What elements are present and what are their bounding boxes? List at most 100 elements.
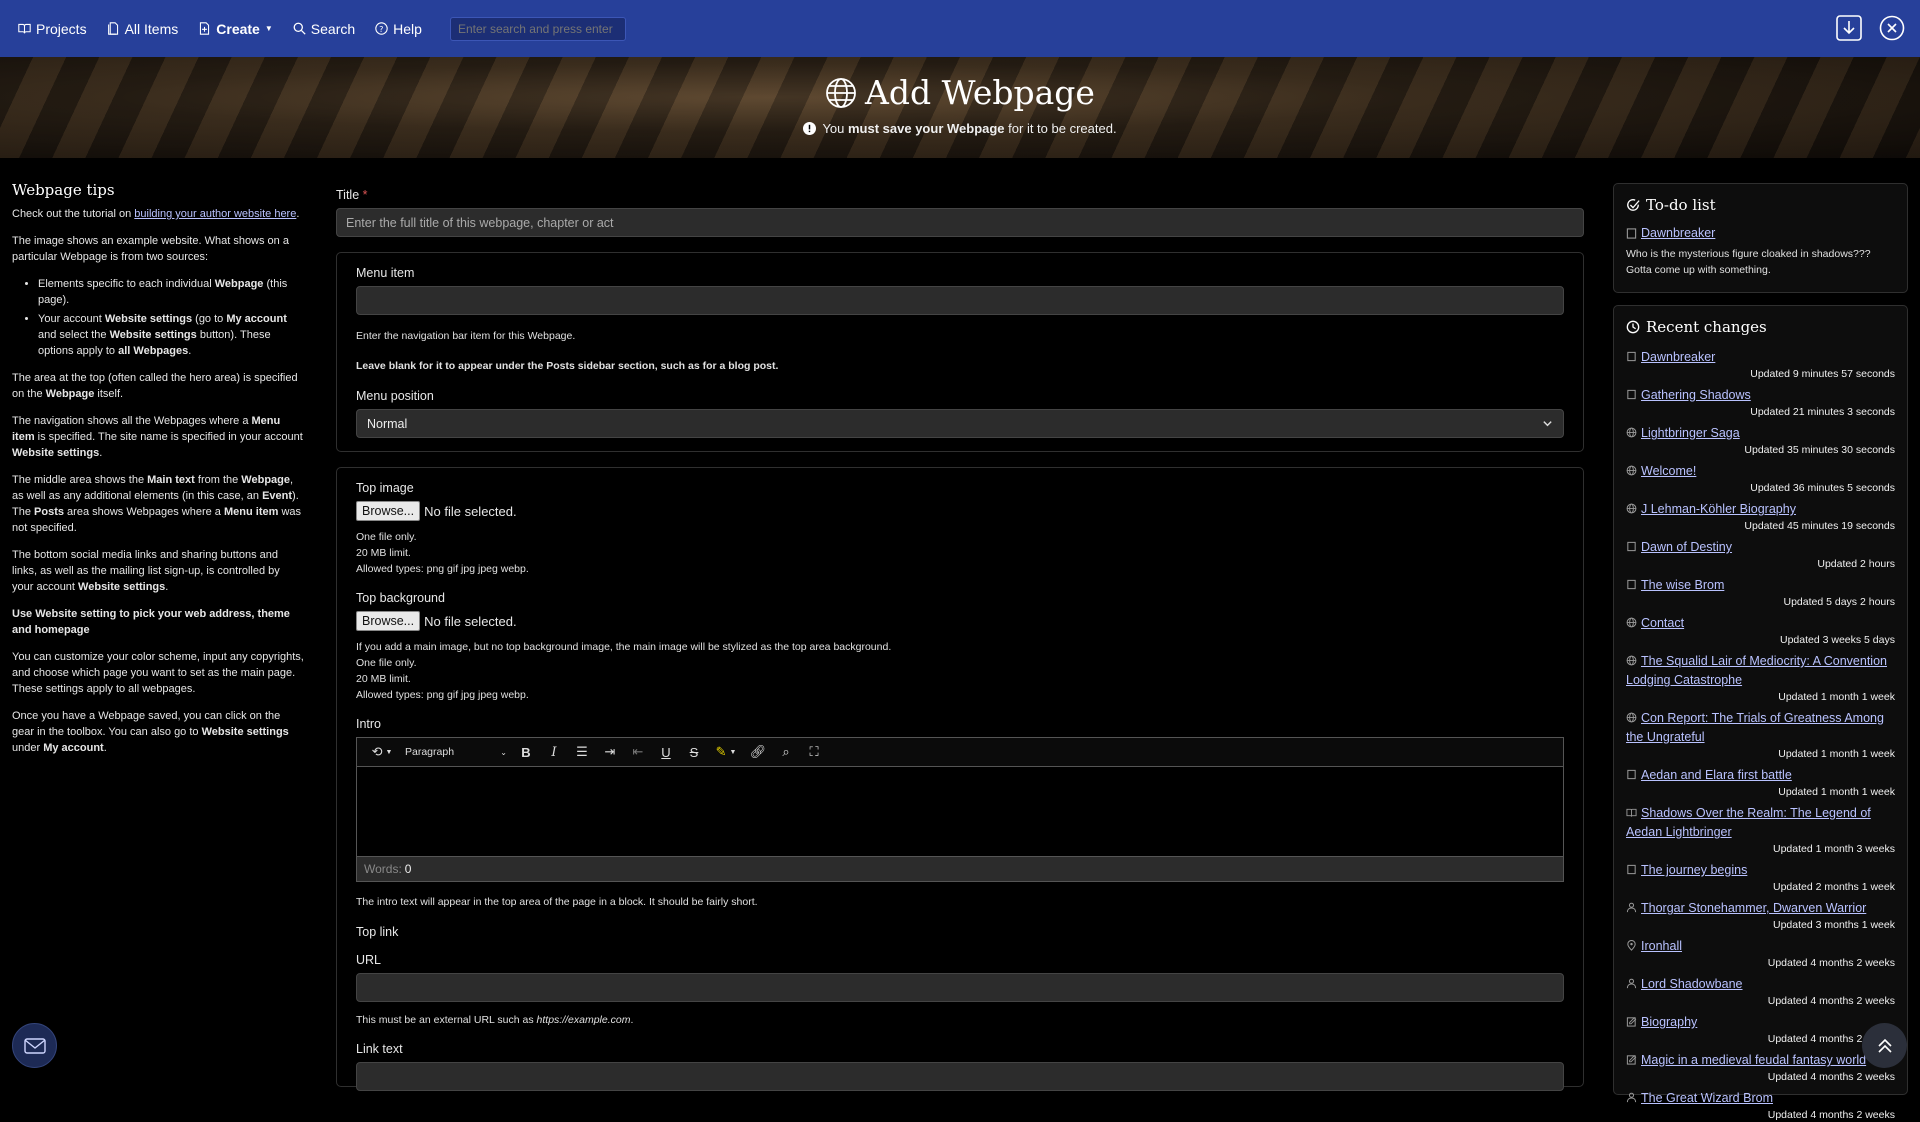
title-input[interactable]: Enter the full title of this webpage, ch…	[336, 208, 1584, 237]
url-input[interactable]	[356, 973, 1564, 1002]
save-download-button[interactable]	[1835, 14, 1863, 42]
nav-projects[interactable]: Projects	[18, 21, 87, 37]
globe-icon	[1626, 712, 1637, 723]
save-notice-pre: You	[822, 121, 848, 136]
highlight-button[interactable]: ✎ ▼	[709, 741, 743, 763]
nav-create-dropdown[interactable]: Create ▼	[198, 21, 273, 37]
nav-help[interactable]: ? Help	[375, 21, 422, 37]
link-text-input[interactable]	[356, 1062, 1564, 1091]
t: Website settings	[104, 313, 193, 325]
recent-change-link[interactable]: Lord Shadowbane	[1641, 977, 1742, 991]
recent-change-link[interactable]: Welcome!	[1641, 464, 1696, 478]
intro-editor-body[interactable]	[357, 767, 1563, 856]
recent-change-link-row: The wise Brom	[1626, 576, 1895, 595]
recent-change-updated: Updated 35 minutes 30 seconds	[1744, 444, 1895, 456]
top-image-file: Browse... No file selected.	[356, 501, 1564, 521]
recent-change-link[interactable]: Biography	[1641, 1015, 1697, 1029]
nav-all-items-label: All Items	[124, 20, 179, 37]
recent-change-item: Dawnbreaker Updated 9 minutes 57 seconds	[1626, 348, 1895, 381]
link-text-label: Link text	[356, 1042, 403, 1056]
recent-change-link[interactable]: Shadows Over the Realm: The Legend of Ae…	[1626, 806, 1871, 839]
t: all Webpages	[118, 345, 189, 357]
globe-icon	[1626, 617, 1637, 628]
t: .	[103, 742, 107, 754]
todo-item: Dawnbreaker Who is the mysterious figure…	[1626, 226, 1895, 278]
recent-change-link-row: Thorgar Stonehammer, Dwarven Warrior	[1626, 899, 1895, 918]
top-image-browse-button[interactable]: Browse...	[356, 501, 421, 521]
word-count: Words: 0	[357, 856, 1563, 881]
recent-change-updated: Updated 2 hours	[1817, 558, 1895, 570]
recent-change-item: Lord Shadowbane Updated 4 months 2 weeks	[1626, 975, 1895, 1008]
menu-item-input[interactable]	[356, 286, 1564, 315]
recent-change-link[interactable]: Gathering Shadows	[1641, 388, 1751, 402]
t: Your account	[38, 313, 105, 325]
recent-change-updated: Updated 4 months 2 weeks	[1767, 1033, 1895, 1045]
globe-icon	[1626, 465, 1637, 476]
tutorial-link[interactable]: building your author website here	[134, 208, 296, 220]
recent-change-link[interactable]: The journey begins	[1641, 863, 1747, 877]
find-replace-icon: ⌕	[782, 744, 790, 759]
recent-change-link[interactable]: The Squalid Lair of Mediocrity: A Conven…	[1626, 654, 1887, 687]
history-button[interactable]: ⟲ ▼	[365, 741, 399, 763]
underline-button[interactable]: U	[653, 741, 679, 763]
recent-change-link[interactable]: Lightbringer Saga	[1641, 426, 1740, 440]
find-replace-button[interactable]: ⌕	[773, 741, 799, 763]
strikethrough-button[interactable]: S	[681, 741, 707, 763]
t: Website settings	[201, 726, 289, 738]
recent-change-link[interactable]: Aedan and Elara first battle	[1641, 768, 1792, 782]
nav-search-label: Search	[310, 20, 356, 37]
t: The navigation shows all the Webpages wh…	[12, 415, 252, 427]
bullet-list-button[interactable]: ☰	[569, 741, 595, 763]
indent-button[interactable]: ⇥	[597, 741, 623, 763]
t: Website settings	[12, 447, 100, 459]
t: This must be an external URL such as	[356, 1014, 537, 1026]
paragraph-format-select[interactable]: Paragraph ⌄	[401, 746, 511, 758]
link-button[interactable]: 🔗︎	[745, 741, 771, 763]
recent-change-item: Ironhall Updated 4 months 2 weeks	[1626, 937, 1895, 970]
outdent-button[interactable]: ⇤	[625, 741, 651, 763]
recent-change-link[interactable]: Dawn of Destiny	[1641, 540, 1732, 554]
recent-change-link[interactable]: Magic in a medieval feudal fantasy world	[1641, 1053, 1866, 1067]
contact-fab[interactable]	[12, 1023, 57, 1068]
recent-change-link[interactable]: The Great Wizard Brom	[1641, 1091, 1773, 1105]
recent-change-link-row: J Lehman-Köhler Biography	[1626, 500, 1895, 519]
bold-button[interactable]: B	[513, 741, 539, 763]
download-icon	[1836, 15, 1862, 41]
close-button[interactable]	[1878, 14, 1906, 42]
person-icon	[1626, 1092, 1637, 1103]
save-notice: You must save your Webpage for it to be …	[0, 121, 1920, 136]
menu-position-select[interactable]: Normal	[356, 409, 1564, 438]
fullscreen-button[interactable]: ⛶	[801, 741, 827, 763]
recent-change-link[interactable]: Thorgar Stonehammer, Dwarven Warrior	[1641, 901, 1866, 915]
recent-change-link-row: Welcome!	[1626, 462, 1895, 481]
tips-intro-text: Check out the tutorial on	[12, 208, 135, 220]
nav-all-items[interactable]: All Items	[107, 20, 179, 37]
recent-change-link[interactable]: The wise Brom	[1641, 578, 1724, 592]
todo-item-note: Who is the mysterious figure cloaked in …	[1626, 247, 1871, 276]
recent-change-link-row: Contact	[1626, 614, 1895, 633]
recent-change-link[interactable]: Contact	[1641, 616, 1684, 630]
global-search-input[interactable]	[449, 16, 626, 41]
nav-search[interactable]: Search	[293, 21, 355, 37]
recent-change-link[interactable]: Con Report: The Trials of Greatness Amon…	[1626, 711, 1884, 744]
recent-change-item: Con Report: The Trials of Greatness Amon…	[1626, 709, 1895, 761]
top-image-label: Top image	[356, 481, 414, 495]
t: Event	[262, 490, 293, 502]
italic-button[interactable]: I	[541, 741, 567, 763]
recent-change-updated: Updated 4 months 2 weeks	[1767, 957, 1895, 969]
tips-p6: Use Website setting to pick your web add…	[12, 606, 304, 638]
scroll-top-fab[interactable]	[1862, 1023, 1907, 1068]
recent-change-link-row: Lord Shadowbane	[1626, 975, 1895, 994]
top-bg-file: Browse... No file selected.	[356, 611, 1564, 631]
recent-change-updated: Updated 4 months 2 weeks	[1767, 1109, 1895, 1121]
recent-change-link[interactable]: J Lehman-Köhler Biography	[1641, 502, 1796, 516]
recent-change-link[interactable]: Ironhall	[1641, 939, 1682, 953]
todo-item-link[interactable]: Dawnbreaker	[1626, 226, 1715, 240]
t: itself.	[94, 388, 124, 400]
strikethrough-icon: S	[689, 744, 699, 760]
top-bg-browse-button[interactable]: Browse...	[356, 611, 421, 631]
t: .	[165, 581, 169, 593]
recent-change-link[interactable]: Dawnbreaker	[1641, 350, 1715, 364]
recent-change-item: Magic in a medieval feudal fantasy world…	[1626, 1051, 1895, 1084]
recent-changes-title-text: Recent changes	[1646, 318, 1767, 336]
